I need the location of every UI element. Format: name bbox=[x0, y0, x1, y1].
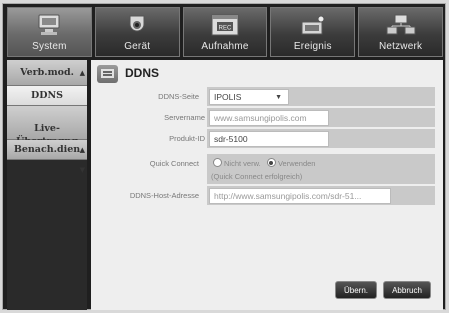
ddns-site-select[interactable]: IPOLIS ▼ bbox=[209, 89, 289, 105]
radio-unchecked-icon bbox=[213, 158, 222, 167]
quick-connect-label: Quick Connect bbox=[149, 159, 199, 168]
host-address-label: DDNS-Host-Adresse bbox=[129, 191, 199, 200]
event-icon bbox=[299, 13, 327, 40]
product-id-field[interactable]: sdr-5100 bbox=[209, 131, 329, 147]
host-address-field[interactable]: http://www.samsungipolis.com/sdr-51... bbox=[209, 188, 391, 204]
camera-icon bbox=[123, 13, 151, 40]
sidebar-item-label: Benach.dien bbox=[13, 144, 81, 155]
tab-label: System bbox=[32, 41, 67, 52]
sidebar-item-ddns[interactable]: DDNS bbox=[7, 86, 87, 106]
tab-label: Ereignis bbox=[293, 41, 332, 52]
tab-label: Gerät bbox=[124, 41, 151, 52]
sidebar-item-label: Verb.mod. bbox=[20, 67, 74, 78]
quick-connect-on-label: Verwenden bbox=[277, 159, 316, 168]
ddns-icon bbox=[97, 65, 118, 83]
apply-button[interactable]: Übern. bbox=[335, 281, 377, 299]
computer-icon bbox=[35, 13, 63, 40]
cancel-button[interactable]: Abbruch bbox=[383, 281, 431, 299]
tab-recording[interactable]: REC Aufnahme bbox=[182, 7, 268, 57]
rec-icon: REC bbox=[210, 13, 240, 40]
sidebar-item-live-transfer[interactable]: Live- Übertragng bbox=[7, 106, 87, 147]
radio-checked-icon bbox=[266, 158, 276, 167]
quick-connect-off-radio[interactable]: Nicht verw. bbox=[213, 158, 261, 168]
ddns-settings-panel: DDNS DDNS-Seite IPOLIS ▼ Servername www.… bbox=[91, 60, 443, 310]
sidebar-item-notification[interactable]: Benach.dien ▲ ▼ bbox=[7, 140, 87, 174]
top-tab-bar: System Gerät REC Aufnahme Ereignis Netzw… bbox=[7, 7, 443, 57]
ddns-site-label: DDNS-Seite bbox=[158, 92, 199, 101]
sidebar-item-connection-mode[interactable]: Verb.mod. ▲▼ bbox=[7, 60, 87, 103]
quick-connect-off-label: Nicht verw. bbox=[224, 159, 261, 168]
ddns-site-value: IPOLIS bbox=[214, 92, 242, 102]
dropdown-arrow-icon: ▼ bbox=[275, 94, 282, 101]
network-icon bbox=[386, 13, 416, 40]
quick-connect-on-radio[interactable]: Verwenden bbox=[266, 158, 316, 168]
tab-event[interactable]: Ereignis bbox=[270, 7, 356, 57]
tab-network[interactable]: Netzwerk bbox=[358, 7, 443, 57]
server-name-label: Servername bbox=[164, 113, 205, 122]
tab-label: Aufnahme bbox=[201, 41, 249, 52]
svg-text:REC: REC bbox=[219, 26, 232, 32]
tab-system[interactable]: System bbox=[7, 7, 92, 57]
tab-label: Netzwerk bbox=[378, 41, 423, 52]
quick-connect-status: (Quick Connect erfolgreich) bbox=[211, 172, 303, 181]
server-name-field[interactable]: www.samsungipolis.com bbox=[209, 110, 329, 126]
tab-device[interactable]: Gerät bbox=[94, 7, 180, 57]
product-id-label: Produkt-ID bbox=[169, 134, 205, 143]
page-title: DDNS bbox=[125, 66, 160, 80]
chevron-up-down-icon: ▲▼ bbox=[79, 145, 85, 174]
sidebar-item-label: DDNS bbox=[30, 90, 64, 101]
dvr-settings-window: System Gerät REC Aufnahme Ereignis Netzw… bbox=[2, 3, 446, 310]
sidebar: Verb.mod. ▲▼ DDNS Live- Übertragng Benac… bbox=[7, 60, 87, 310]
quick-connect-options: Nicht verw. Verwenden bbox=[213, 158, 315, 168]
